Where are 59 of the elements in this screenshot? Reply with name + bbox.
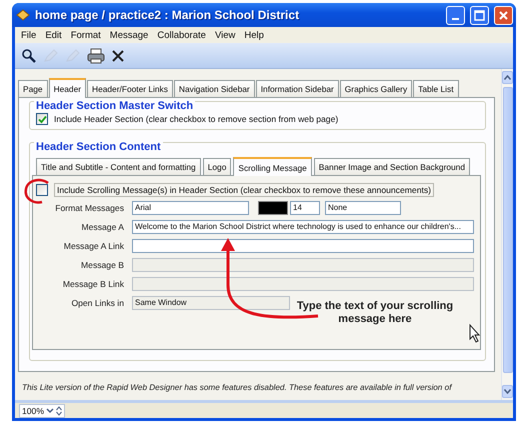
tab[interactable]: Page bbox=[18, 80, 48, 97]
maximize-icon bbox=[474, 10, 485, 20]
chevron-up-icon bbox=[504, 75, 511, 80]
checkbox[interactable] bbox=[36, 113, 48, 125]
menu-item[interactable]: Help bbox=[244, 30, 264, 40]
scroll-up-button[interactable] bbox=[502, 71, 513, 84]
size-field[interactable]: 14 bbox=[290, 200, 320, 214]
zoom-value: 100% bbox=[22, 406, 44, 416]
group-title: Header Section Content bbox=[34, 141, 163, 153]
field-label: Message B bbox=[80, 260, 125, 270]
menu-item[interactable]: Collaborate bbox=[157, 30, 206, 40]
checkbox[interactable] bbox=[36, 184, 48, 196]
checkbox-label: Include Scrolling Message(s) in Header Section (clear checkbox to remove these announcements) bbox=[54, 183, 434, 197]
menu-item[interactable]: Edit bbox=[45, 30, 62, 40]
field-label: Message B Link bbox=[62, 278, 125, 288]
color-swatch[interactable] bbox=[258, 200, 288, 214]
search-icon[interactable] bbox=[21, 48, 37, 64]
tab[interactable]: Information Sidebar bbox=[256, 80, 339, 97]
annotation-text: Type the text of your scrolling message here bbox=[296, 300, 454, 326]
group-title: Header Section Master Switch bbox=[34, 100, 196, 112]
notice-text: This Lite version of the Rapid Web Designer has some features disabled. These features are available in full version of bbox=[22, 382, 452, 393]
checkbox-label: Include Header Section (clear checkbox to remove section from web page) bbox=[54, 114, 338, 124]
tab[interactable]: Logo bbox=[202, 158, 232, 175]
field-label: Open Links in bbox=[70, 298, 125, 308]
field-label: Message A Link bbox=[62, 240, 125, 250]
window-title: home page / practice2 : Marion School District bbox=[35, 8, 300, 22]
maximize-button[interactable] bbox=[470, 6, 489, 24]
style-dropdown[interactable]: None bbox=[325, 200, 401, 214]
spinner-icon bbox=[56, 406, 62, 416]
close-button[interactable] bbox=[494, 6, 513, 24]
tab[interactable]: Scrolling Message bbox=[233, 157, 312, 176]
chevron-down-icon bbox=[504, 389, 511, 394]
close-icon bbox=[498, 10, 509, 20]
input-field[interactable] bbox=[132, 238, 474, 252]
input-field[interactable]: Welcome to the Marion School District where technology is used to enhance our children's... bbox=[132, 220, 474, 234]
app-icon bbox=[16, 9, 30, 21]
printer-icon[interactable] bbox=[87, 48, 105, 64]
chevron-down-icon bbox=[46, 406, 54, 414]
field-label: Message A bbox=[80, 222, 125, 232]
tab[interactable]: Banner Image and Section Background bbox=[314, 158, 470, 175]
scroll-thumb[interactable] bbox=[502, 87, 512, 373]
font-dropdown[interactable]: Arial bbox=[132, 200, 249, 214]
tab[interactable]: Navigation Sidebar bbox=[174, 80, 255, 97]
zoom-dropdown[interactable]: 100% bbox=[19, 404, 65, 418]
tab[interactable]: Header bbox=[48, 78, 86, 98]
menu-item[interactable]: Format bbox=[70, 30, 101, 40]
menu-item[interactable]: Message bbox=[110, 30, 148, 40]
menu-item[interactable]: File bbox=[21, 30, 36, 40]
tab[interactable]: Title and Subtitle - Content and formatting bbox=[36, 158, 201, 175]
cursor-icon bbox=[470, 324, 480, 343]
tab[interactable]: Table List bbox=[413, 80, 459, 97]
menu-item[interactable]: View bbox=[214, 30, 236, 40]
close-icon[interactable] bbox=[111, 48, 125, 62]
minimize-icon bbox=[452, 18, 459, 20]
tab[interactable]: Graphics Gallery bbox=[340, 80, 412, 97]
minimize-button[interactable] bbox=[446, 6, 465, 24]
scroll-down-button[interactable] bbox=[502, 385, 513, 398]
field-label: Format Messages bbox=[54, 202, 125, 212]
tab[interactable]: Header/Footer Links bbox=[87, 80, 173, 97]
